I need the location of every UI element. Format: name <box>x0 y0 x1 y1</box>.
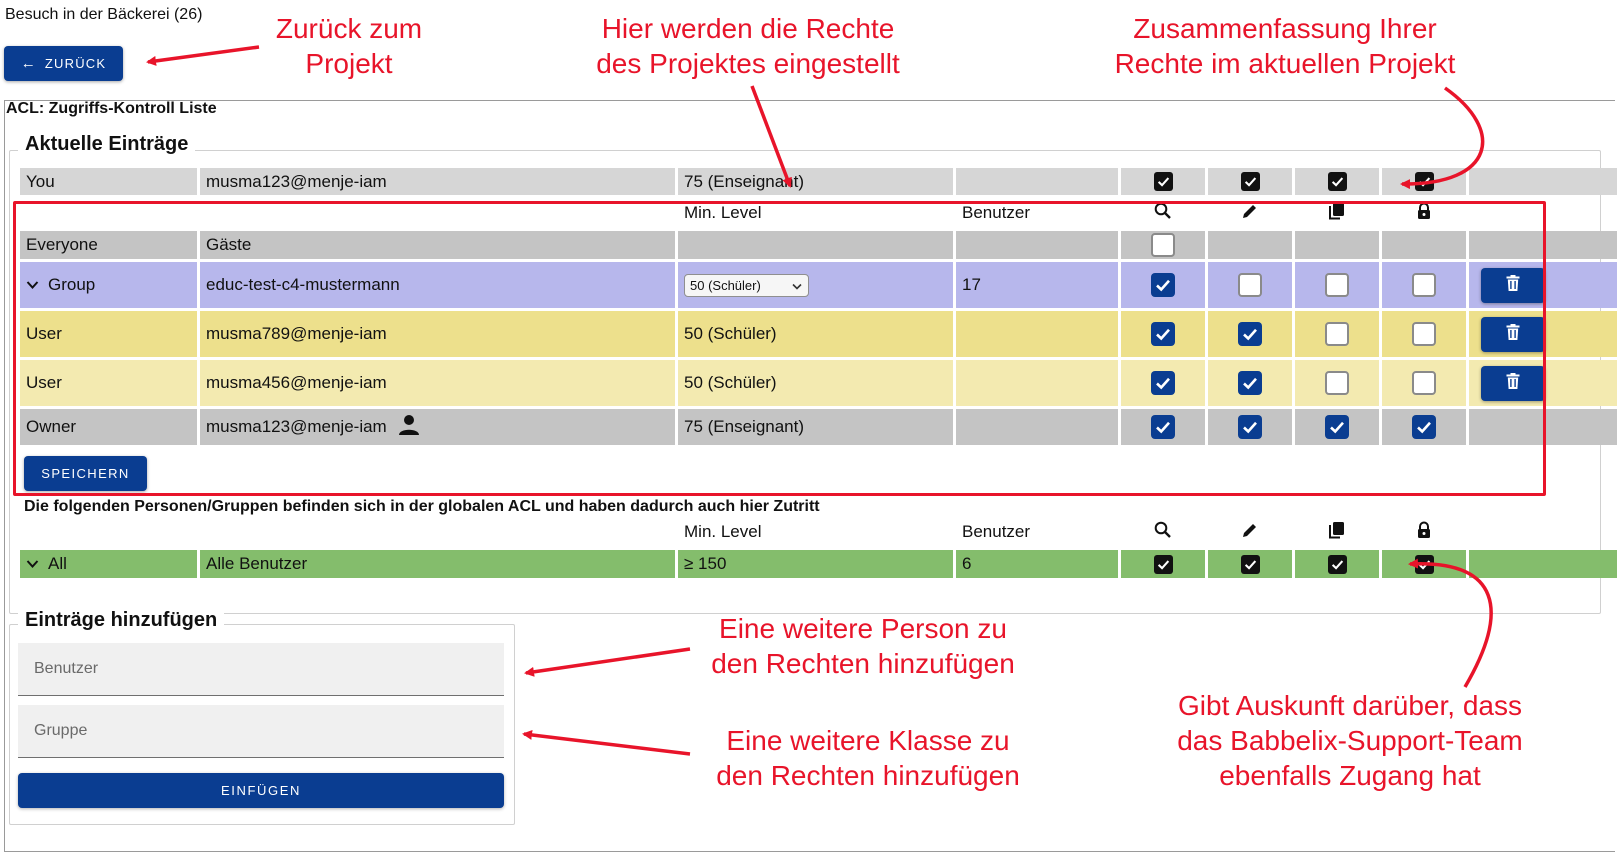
global-all-row: All Alle Benutzer ≥ 150 6 <box>20 550 1617 578</box>
acl-title: ACL: Zugriffs-Kontroll Liste <box>6 100 217 117</box>
pencil-icon <box>1240 520 1260 545</box>
global-perm-write-checkbox <box>1240 554 1260 574</box>
annotation-person: Eine weitere Person zu den Rechten hinzu… <box>711 613 1015 679</box>
copy-icon <box>1327 520 1347 545</box>
back-button[interactable]: ← ZURÜCK <box>4 46 123 81</box>
you-perm-copy-checkbox <box>1327 172 1347 191</box>
back-button-label: ZURÜCK <box>44 56 107 71</box>
global-acl-note: Die folgenden Personen/Gruppen befinden … <box>24 498 820 515</box>
global-header-row: Min. Level Benutzer <box>20 519 1596 545</box>
row-users: 6 <box>956 550 1118 578</box>
user-input[interactable]: Benutzer <box>18 643 504 696</box>
global-perm-copy-checkbox <box>1327 554 1347 574</box>
row-type: All <box>48 554 67 573</box>
you-level: 75 (Enseignant) <box>678 168 953 195</box>
global-perm-admin-checkbox <box>1414 554 1434 574</box>
insert-button[interactable]: EINFÜGEN <box>18 773 504 808</box>
min-level-header: Min. Level <box>684 522 762 541</box>
highlight-box <box>13 201 1546 496</box>
you-perm-admin-checkbox <box>1414 172 1434 191</box>
add-entries-legend: Einträge hinzufügen <box>18 609 225 632</box>
annotation-class: Eine weitere Klasse zu den Rechten hinzu… <box>716 725 1020 791</box>
chevron-down-icon[interactable] <box>26 554 39 574</box>
current-entries-legend: Aktuelle Einträge <box>18 133 196 156</box>
annotation-summary: Zusammenfassung Ihrer Rechte im aktuelle… <box>1114 13 1456 79</box>
annotation-back: Zurück zum Projekt <box>275 13 423 79</box>
annotation-rights: Hier werden die Rechte des Projektes ein… <box>596 13 900 79</box>
arrow-left-icon: ← <box>20 55 37 72</box>
search-icon <box>1153 520 1173 545</box>
you-perm-read-checkbox <box>1153 172 1173 191</box>
page-title: Besuch in der Bäckerei (26) <box>5 6 203 23</box>
lock-icon <box>1414 520 1434 545</box>
you-type: You <box>20 168 197 195</box>
you-row: You musma123@menje-iam 75 (Enseignant) <box>20 168 1617 195</box>
annotation-support: Gibt Auskunft darüber, dass das Babbelix… <box>1177 690 1523 791</box>
you-name: musma123@menje-iam <box>200 168 675 195</box>
group-input[interactable]: Gruppe <box>18 705 504 758</box>
users-header: Benutzer <box>962 522 1031 541</box>
row-level: ≥ 150 <box>678 550 953 578</box>
arrow-back <box>146 45 260 66</box>
row-name: Alle Benutzer <box>200 550 675 578</box>
you-perm-write-checkbox <box>1240 172 1260 191</box>
you-users <box>956 168 1118 195</box>
global-perm-read-checkbox <box>1153 554 1173 574</box>
